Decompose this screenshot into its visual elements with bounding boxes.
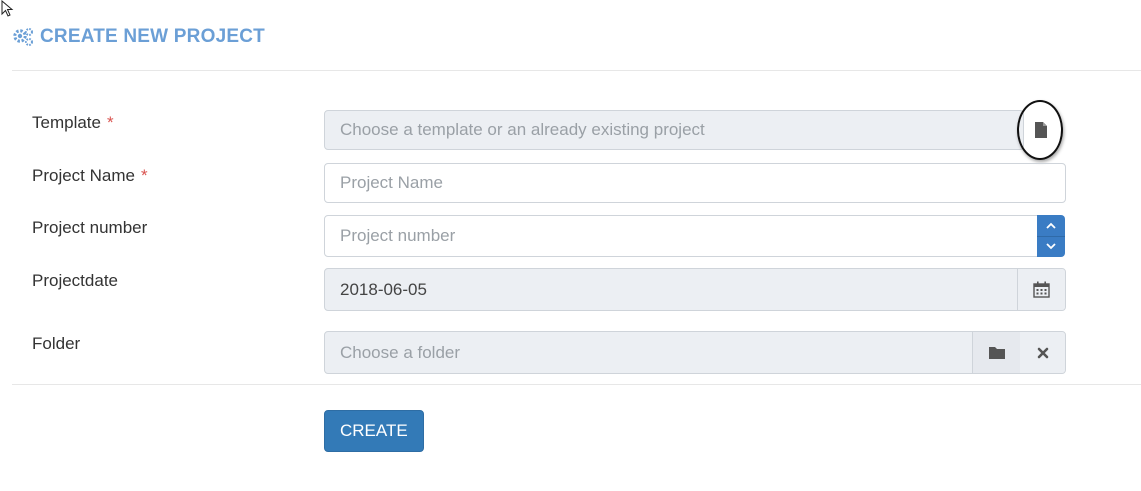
project-name-label-text: Project Name (32, 166, 135, 185)
create-button[interactable]: CREATE (324, 410, 424, 452)
folder-label-text: Folder (32, 334, 81, 353)
gears-icon (13, 28, 33, 46)
project-number-input[interactable]: Project number (324, 215, 1038, 257)
project-name-placeholder: Project Name (340, 173, 443, 192)
required-marker: * (140, 166, 148, 185)
project-date-label: Projectdate (32, 271, 118, 291)
project-number-label-text: Project number (32, 218, 148, 237)
project-date-label-text: Projectdate (32, 271, 118, 290)
template-label: Template * (32, 113, 114, 133)
folder-label: Folder (32, 334, 80, 354)
project-number-placeholder: Project number (340, 226, 456, 245)
page-title: CREATE NEW PROJECT (12, 26, 265, 48)
calendar-button[interactable] (1017, 269, 1065, 310)
clear-folder-button[interactable] (1020, 332, 1065, 373)
folder-placeholder: Choose a folder (340, 342, 461, 362)
folder-icon (988, 347, 1005, 359)
close-icon (1037, 347, 1048, 358)
mouse-cursor-icon (1, 0, 14, 17)
chevron-up-icon (1046, 222, 1056, 229)
project-name-input[interactable]: Project Name (324, 163, 1066, 203)
header-divider (12, 70, 1141, 71)
decrement-button[interactable] (1037, 237, 1065, 258)
project-name-label: Project Name * (32, 166, 148, 186)
chevron-down-icon (1046, 243, 1056, 250)
form-divider (12, 384, 1141, 385)
file-icon[interactable] (1033, 121, 1049, 139)
project-number-label: Project number (32, 218, 147, 238)
template-label-text: Template (32, 113, 101, 132)
browse-folder-button[interactable] (972, 332, 1020, 373)
project-date-field[interactable]: 2018-06-05 (324, 268, 1066, 311)
page-title-text: CREATE NEW PROJECT (40, 26, 265, 47)
required-marker: * (106, 113, 114, 132)
calendar-icon (1033, 281, 1050, 298)
folder-field[interactable]: Choose a folder (324, 331, 1066, 374)
template-placeholder: Choose a template or an already existing… (340, 120, 705, 139)
project-date-value: 2018-06-05 (340, 279, 427, 299)
increment-button[interactable] (1037, 215, 1065, 237)
template-field[interactable]: Choose a template or an already existing… (324, 110, 1024, 150)
number-stepper[interactable] (1037, 215, 1065, 257)
